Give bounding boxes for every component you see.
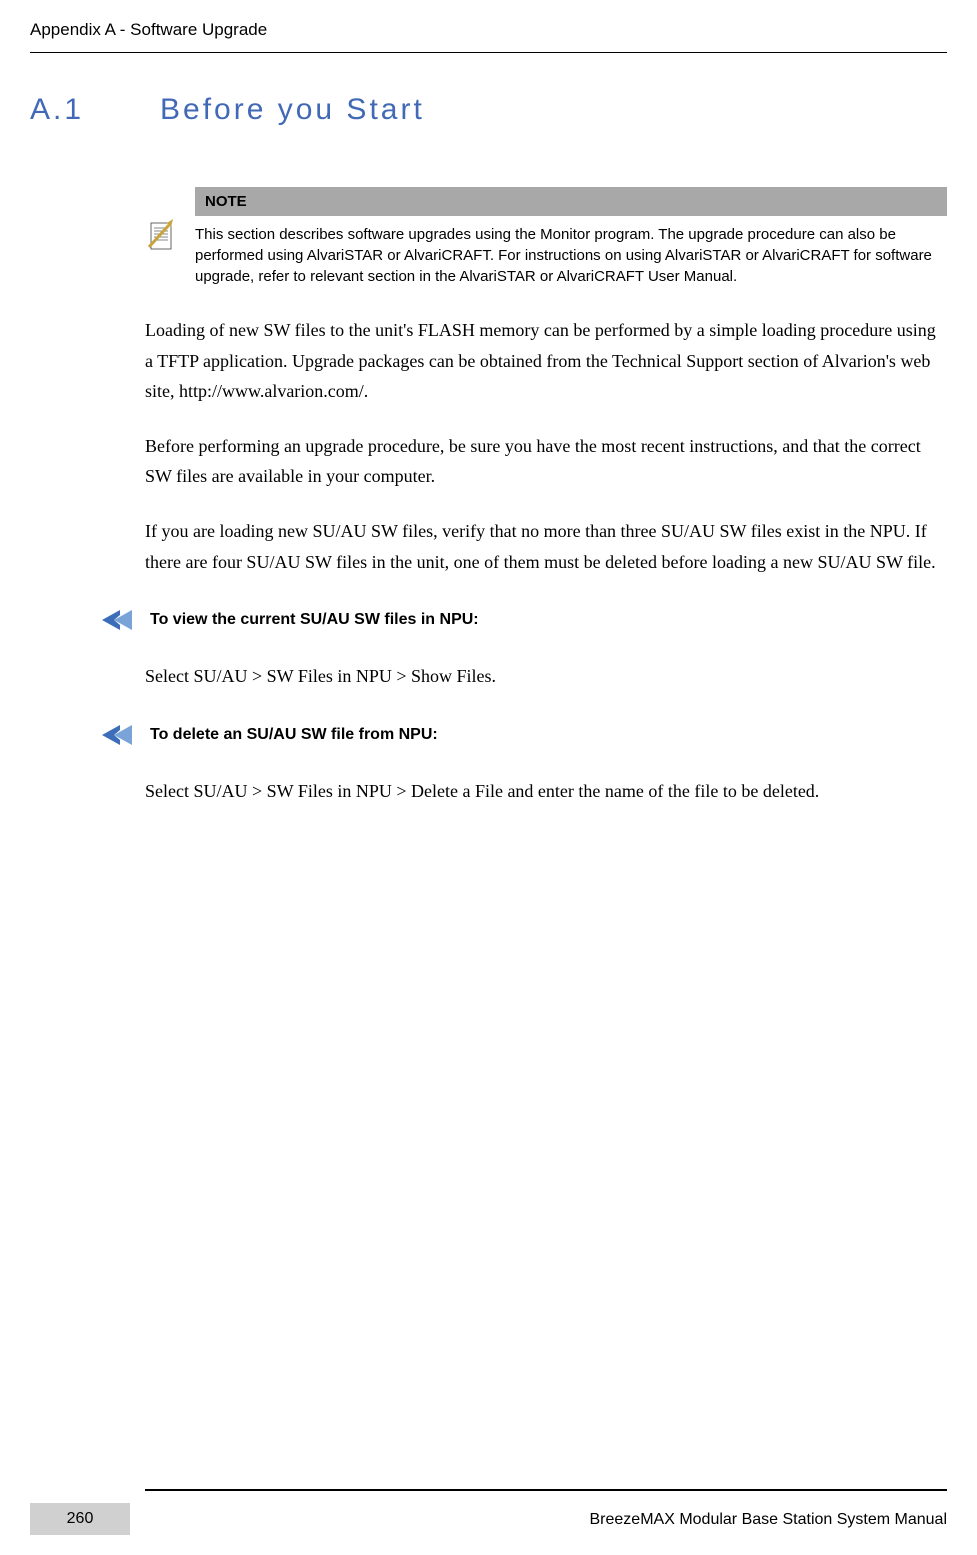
header-title: Appendix A - Software Upgrade (30, 20, 947, 40)
section-heading-row: A.1 Before you Start (0, 93, 977, 127)
procedure-title: To delete an SU/AU SW file from NPU: (150, 726, 438, 744)
header-divider (30, 52, 947, 53)
note-header: NOTE (195, 187, 947, 216)
body-paragraph: Before performing an upgrade procedure, … (145, 431, 947, 492)
arrow-right-icon (100, 722, 132, 748)
section-number: A.1 (30, 93, 160, 127)
note-icon (145, 219, 177, 251)
page-footer: 260 BreezeMAX Modular Base Station Syste… (0, 1489, 977, 1535)
note-icon-cell (145, 187, 195, 287)
footer-divider (145, 1489, 947, 1491)
note-block: NOTE This section describes software upg… (145, 187, 947, 287)
manual-title: BreezeMAX Modular Base Station System Ma… (130, 1511, 947, 1535)
page-header: Appendix A - Software Upgrade (0, 0, 977, 53)
procedure-title: To view the current SU/AU SW files in NP… (150, 611, 479, 629)
arrow-right-icon (100, 607, 132, 633)
note-content: NOTE This section describes software upg… (195, 187, 947, 287)
body-paragraph: Loading of new SW files to the unit's FL… (145, 315, 947, 407)
procedure-heading: To delete an SU/AU SW file from NPU: (100, 722, 947, 748)
procedure-heading: To view the current SU/AU SW files in NP… (100, 607, 947, 633)
page-number: 260 (30, 1503, 130, 1535)
footer-row: 260 BreezeMAX Modular Base Station Syste… (30, 1503, 947, 1535)
body-paragraph: If you are loading new SU/AU SW files, v… (145, 516, 947, 577)
note-body: This section describes software upgrades… (195, 216, 947, 287)
procedure-body: Select SU/AU > SW Files in NPU > Delete … (145, 776, 947, 807)
content-area: NOTE This section describes software upg… (0, 187, 977, 806)
section-title: Before you Start (160, 93, 425, 127)
procedure-body: Select SU/AU > SW Files in NPU > Show Fi… (145, 661, 947, 692)
